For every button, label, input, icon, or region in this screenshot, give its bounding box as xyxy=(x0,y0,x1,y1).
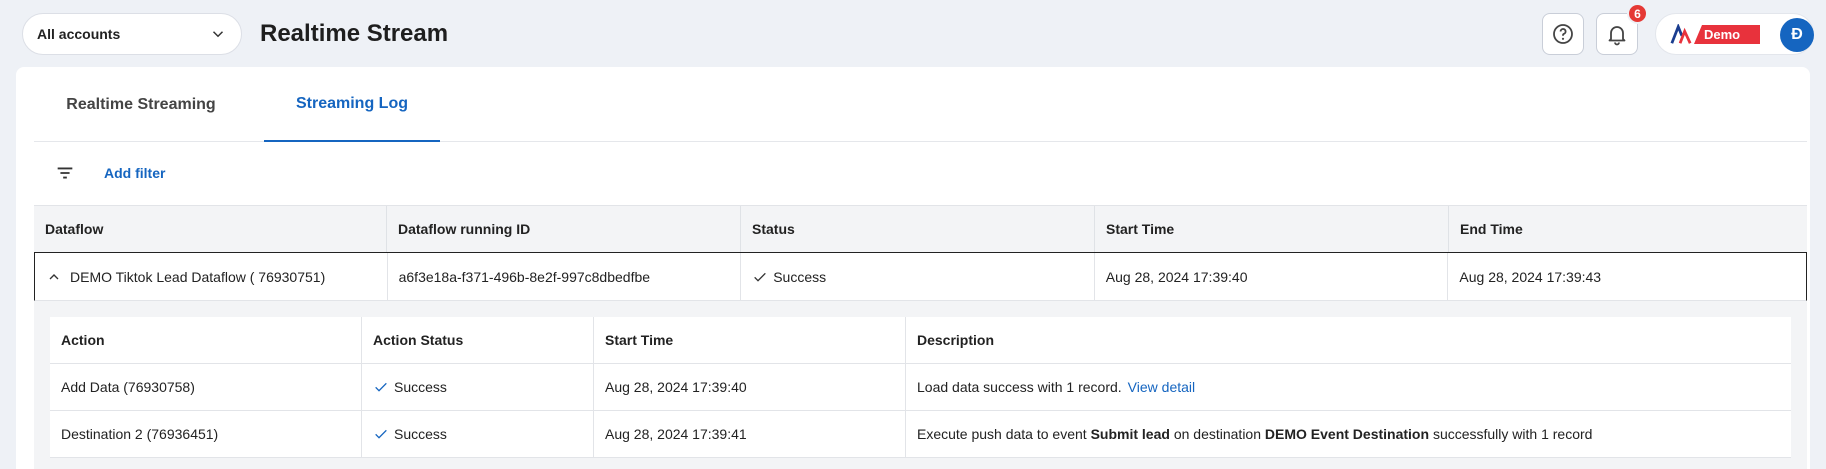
dataflow-cell: DEMO Tiktok Lead Dataflow ( 76930751) xyxy=(35,253,388,300)
action-name: Destination 2 (76936451) xyxy=(50,411,362,457)
action-name: Add Data (76930758) xyxy=(50,364,362,410)
table-header: Dataflow Dataflow running ID Status Star… xyxy=(34,205,1807,253)
table-row[interactable]: DEMO Tiktok Lead Dataflow ( 76930751) a6… xyxy=(34,253,1807,301)
description-text: Execute push data to event xyxy=(917,426,1087,442)
tab-bar: Realtime Streaming Streaming Log xyxy=(34,67,1807,142)
column-header-action-start-time: Start Time xyxy=(594,317,906,363)
status-cell: Success xyxy=(741,253,1095,300)
action-start-time: Aug 28, 2024 17:39:40 xyxy=(594,364,906,410)
column-header-status[interactable]: Status xyxy=(741,206,1095,252)
description-text: on destination xyxy=(1173,426,1262,442)
action-status-cell: Success xyxy=(362,364,594,410)
brand-label: Demo xyxy=(1694,25,1760,44)
tab-streaming-log[interactable]: Streaming Log xyxy=(264,67,440,142)
expanded-row-detail: Action Action Status Start Time Descript… xyxy=(34,301,1807,469)
running-id-cell: a6f3e18a-f371-496b-8e2f-997c8dbedfbe xyxy=(388,253,742,300)
account-select-value: All accounts xyxy=(37,26,121,42)
avatar[interactable]: Đ xyxy=(1780,18,1814,52)
check-icon xyxy=(754,272,767,282)
view-detail-link[interactable]: View detail xyxy=(1128,379,1195,395)
column-header-running-id[interactable]: Dataflow running ID xyxy=(387,206,741,252)
chevron-up-icon[interactable] xyxy=(46,269,62,285)
description-text: successfully with 1 record xyxy=(1432,426,1593,442)
column-header-start-time[interactable]: Start Time xyxy=(1095,206,1449,252)
action-start-time: Aug 28, 2024 17:39:41 xyxy=(594,411,906,457)
add-filter-button[interactable]: Add filter xyxy=(104,165,165,181)
event-name: Submit lead xyxy=(1090,426,1170,442)
check-icon xyxy=(375,429,387,439)
actions-table-header: Action Action Status Start Time Descript… xyxy=(50,317,1791,364)
help-button[interactable] xyxy=(1542,13,1584,55)
dataflow-name: DEMO Tiktok Lead Dataflow ( 76930751) xyxy=(70,268,326,285)
streaming-log-table: Dataflow Dataflow running ID Status Star… xyxy=(34,205,1807,469)
description-text: Load data success with 1 record. xyxy=(917,379,1122,395)
table-row: Add Data (76930758) Success Aug 28, 2024… xyxy=(50,364,1791,411)
action-description: Load data success with 1 record. View de… xyxy=(906,364,1791,410)
status-text: Success xyxy=(773,268,827,285)
check-icon xyxy=(375,382,387,392)
filter-row: Add filter xyxy=(54,159,165,187)
filter-icon[interactable] xyxy=(54,162,76,184)
column-header-action-status: Action Status xyxy=(362,317,594,363)
bell-icon xyxy=(1608,26,1626,46)
main-card: Realtime Streaming Streaming Log Add fil… xyxy=(16,67,1810,469)
tab-realtime-streaming[interactable]: Realtime Streaming xyxy=(34,67,248,142)
brand-logo-icon xyxy=(1670,24,1692,44)
column-header-description: Description xyxy=(917,332,995,348)
action-status-text: Success xyxy=(394,426,447,442)
column-header-end-time[interactable]: End Time xyxy=(1449,206,1807,252)
action-description: Execute push data to event Submit lead o… xyxy=(906,411,1791,457)
action-status-cell: Success xyxy=(362,411,594,457)
start-time-cell: Aug 28, 2024 17:39:40 xyxy=(1095,253,1449,300)
chevron-down-icon xyxy=(212,31,224,38)
help-icon xyxy=(1553,24,1573,44)
actions-table: Action Action Status Start Time Descript… xyxy=(50,317,1791,458)
action-status-text: Success xyxy=(394,379,447,395)
column-header-dataflow[interactable]: Dataflow xyxy=(34,206,387,252)
notification-badge: 6 xyxy=(1627,3,1648,24)
page-title: Realtime Stream xyxy=(260,20,449,47)
end-time-cell: Aug 28, 2024 17:39:43 xyxy=(1459,268,1602,285)
account-select[interactable]: All accounts xyxy=(22,13,242,55)
column-header-action: Action xyxy=(50,317,362,363)
destination-name: DEMO Event Destination xyxy=(1264,426,1430,442)
table-row: Destination 2 (76936451) Success Aug 28,… xyxy=(50,411,1791,458)
